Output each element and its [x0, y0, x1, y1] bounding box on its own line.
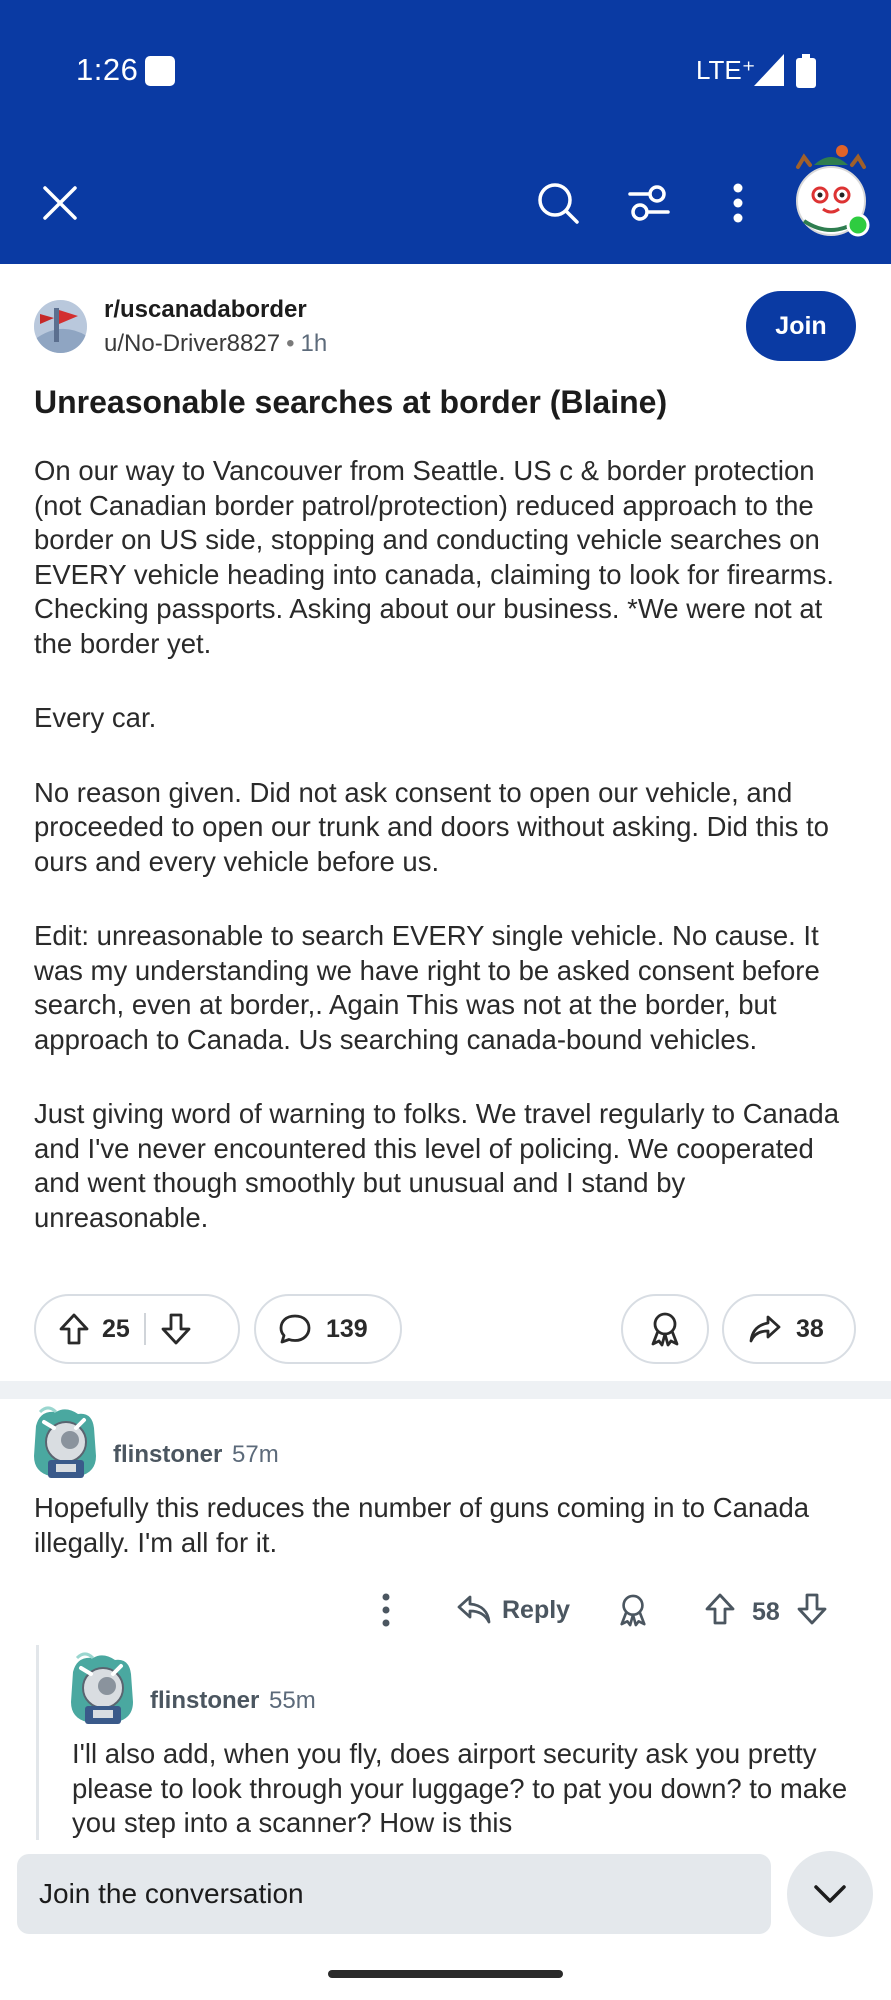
upvote-icon: [59, 1313, 89, 1345]
join-button[interactable]: Join: [746, 291, 856, 361]
reply-avatar[interactable]: [63, 1652, 139, 1730]
post-paragraph: On our way to Vancouver from Seattle. US…: [34, 455, 834, 659]
comment-count: 139: [326, 1314, 368, 1343]
search-icon: [538, 183, 579, 224]
post-paragraph: No reason given. Did not ask consent to …: [34, 776, 829, 877]
comment-text: Hopefully this reduces the number of gun…: [34, 1492, 810, 1558]
share-button[interactable]: 38: [722, 1294, 856, 1364]
subreddit-name[interactable]: r/uscanadaborder: [104, 296, 307, 324]
signal-icon: [754, 54, 784, 86]
share-icon-wrap: [748, 1314, 782, 1344]
battery-icon: [796, 54, 816, 88]
user-avatar[interactable]: [790, 143, 872, 243]
status-time: 1:26: [76, 52, 139, 87]
comment-age: 57m: [232, 1441, 279, 1468]
reply-label: Reply: [502, 1595, 571, 1624]
post-body: On our way to Vancouver from Seattle. US…: [34, 454, 864, 1275]
reply-text: I'll also add, when you fly, does airpor…: [72, 1738, 848, 1838]
close-icon: [43, 186, 77, 220]
award-icon: [620, 1594, 646, 1627]
vote-divider: [143, 1313, 146, 1345]
upvote-count: 25: [102, 1314, 130, 1343]
share-count: 38: [796, 1314, 824, 1343]
downvote-icon: [161, 1313, 191, 1345]
post-action-bar: 25 139 38: [34, 1294, 856, 1366]
share-icon: [749, 1315, 781, 1343]
meta-separator: •: [286, 330, 295, 357]
bottom-bar: Join the conversation: [0, 1840, 891, 2000]
award-button[interactable]: [621, 1294, 709, 1364]
reply-age: 55m: [269, 1687, 316, 1714]
close-button[interactable]: [30, 173, 90, 233]
comment-award-button[interactable]: [617, 1592, 649, 1628]
snoo-avatar-icon: [34, 1406, 96, 1478]
reply-icon: [457, 1595, 491, 1624]
post-title: Unreasonable searches at border (Blaine): [34, 384, 668, 420]
post-age: 1h: [300, 330, 328, 357]
more-vertical-icon: [382, 1593, 390, 1627]
post-author[interactable]: u/No-Driver8827: [104, 330, 280, 357]
reply-button[interactable]: Reply: [456, 1594, 570, 1626]
filter-icon: [628, 185, 670, 221]
comment-more-button[interactable]: [380, 1592, 392, 1628]
app-header: 1:26 LTE⁺: [0, 0, 891, 264]
section-divider: [0, 1381, 891, 1399]
thread-line[interactable]: [36, 1645, 39, 1845]
notification-icon: [145, 56, 175, 86]
post-paragraph: Every car.: [34, 702, 157, 733]
comment-author[interactable]: flinstoner: [113, 1441, 222, 1469]
snoo-avatar-icon: [71, 1652, 133, 1724]
more-vertical-icon: [733, 183, 743, 223]
comment-actions: Reply 58: [0, 1590, 891, 1640]
user-avatar-icon: [796, 145, 870, 237]
upvote-icon: [705, 1593, 735, 1625]
comment-icon: [279, 1314, 311, 1344]
chevron-down-icon: [814, 1885, 846, 1903]
upvote-button[interactable]: [58, 1312, 90, 1346]
comment-icon-wrap: [278, 1313, 312, 1345]
downvote-icon: [797, 1593, 827, 1625]
search-button[interactable]: [528, 173, 588, 233]
post-meta: u/No-Driver8827 • 1h: [104, 330, 327, 358]
post-paragraph: Just giving word of warning to folks. We…: [34, 1098, 840, 1233]
network-type: LTE⁺: [696, 55, 756, 85]
comment-avatar[interactable]: [26, 1406, 102, 1484]
comment-vote-count: 58: [752, 1598, 780, 1626]
status-bar: 1:26 LTE⁺: [0, 0, 891, 140]
downvote-button[interactable]: [160, 1312, 192, 1346]
join-conversation-input[interactable]: Join the conversation: [17, 1854, 771, 1934]
reply-author[interactable]: flinstoner: [150, 1687, 259, 1715]
vote-pill: 25: [34, 1294, 240, 1364]
collapse-button[interactable]: [787, 1851, 873, 1937]
home-indicator[interactable]: [328, 1970, 563, 1978]
subreddit-avatar[interactable]: [34, 300, 87, 353]
post-paragraph: Edit: unreasonable to search EVERY singl…: [34, 920, 820, 1055]
award-icon: [651, 1312, 679, 1347]
comment-downvote-button[interactable]: [796, 1592, 828, 1626]
subreddit-icon: [34, 300, 87, 353]
comment-upvote-button[interactable]: [704, 1592, 736, 1626]
more-options-button[interactable]: [708, 173, 768, 233]
comments-button[interactable]: 139: [254, 1294, 402, 1364]
filter-button[interactable]: [619, 173, 679, 233]
